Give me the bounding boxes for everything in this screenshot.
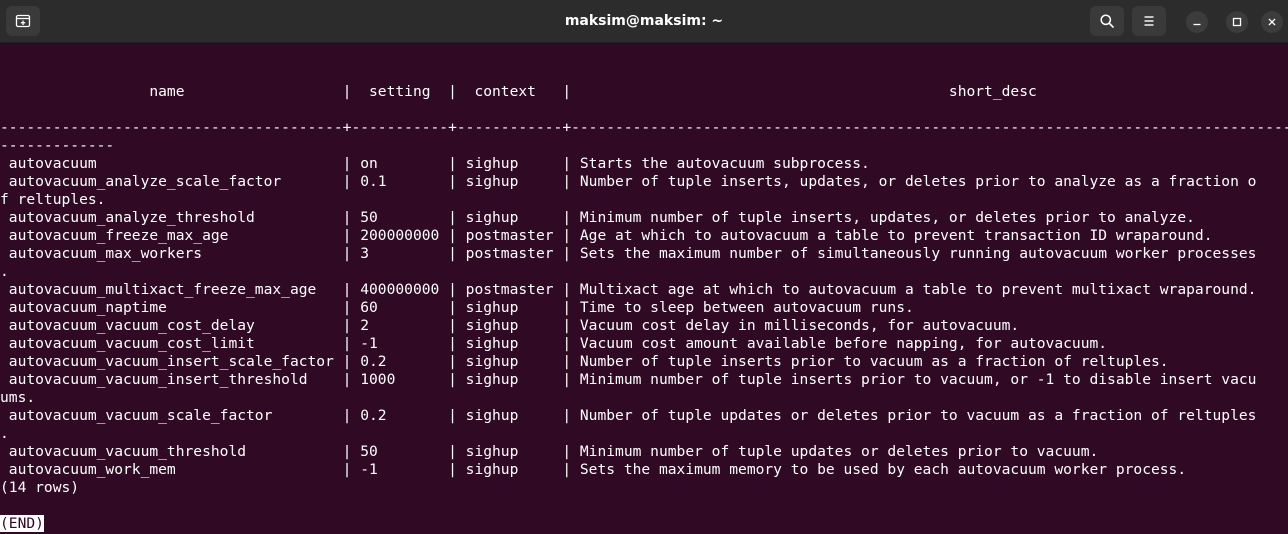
minimize-icon (1192, 17, 1202, 27)
table-row: autovacuum_vacuum_insert_scale_factor | … (0, 353, 1169, 370)
table-row: ums. (0, 389, 36, 406)
table-row: f reltuples. (0, 191, 106, 208)
terminal-output[interactable]: name | setting | context | short_desc --… (0, 47, 1288, 534)
table-row: autovacuum_vacuum_scale_factor | 0.2 | s… (0, 407, 1257, 424)
terminal-window: maksim@maksim: ~ name | setting | contex… (0, 0, 1288, 534)
table-row: autovacuum_vacuum_cost_limit | -1 | sigh… (0, 335, 1108, 352)
pager-prompt[interactable]: (END) (0, 515, 44, 533)
table-header-row: name | setting | context | short_desc (0, 83, 1037, 100)
maximize-icon (1232, 17, 1242, 27)
table-row: autovacuum_work_mem | -1 | sighup | Sets… (0, 461, 1187, 478)
table-row: autovacuum_naptime | 60 | sighup | Time … (0, 299, 914, 316)
table-row: autovacuum_analyze_scale_factor | 0.1 | … (0, 173, 1257, 190)
close-icon (1267, 17, 1277, 27)
end-marker: (END) (0, 515, 44, 532)
search-icon (1099, 13, 1115, 29)
table-row: autovacuum_analyze_threshold | 50 | sigh… (0, 209, 1195, 226)
table-separator: ------------- (0, 137, 115, 154)
row-count: (14 rows) (0, 479, 80, 496)
title-bar: maksim@maksim: ~ (0, 0, 1288, 43)
table-row: . (0, 263, 9, 280)
table-row: autovacuum_max_workers | 3 | postmaster … (0, 245, 1257, 262)
table-row: . (0, 425, 9, 442)
table-row: autovacuum_vacuum_insert_threshold | 100… (0, 371, 1257, 388)
maximize-button[interactable] (1226, 11, 1248, 33)
menu-button[interactable] (1132, 6, 1166, 36)
search-button[interactable] (1090, 6, 1124, 36)
table-row: autovacuum_multixact_freeze_max_age | 40… (0, 281, 1257, 298)
table-row: autovacuum | on | sighup | Starts the au… (0, 155, 870, 172)
table-row: autovacuum_vacuum_cost_delay | 2 | sighu… (0, 317, 1020, 334)
minimize-button[interactable] (1186, 11, 1208, 33)
table-row: autovacuum_vacuum_threshold | 50 | sighu… (0, 443, 1099, 460)
close-button[interactable] (1261, 11, 1283, 33)
hamburger-menu-icon (1141, 13, 1157, 29)
table-row: autovacuum_freeze_max_age | 200000000 | … (0, 227, 1213, 244)
table-separator: ---------------------------------------+… (0, 119, 1288, 136)
